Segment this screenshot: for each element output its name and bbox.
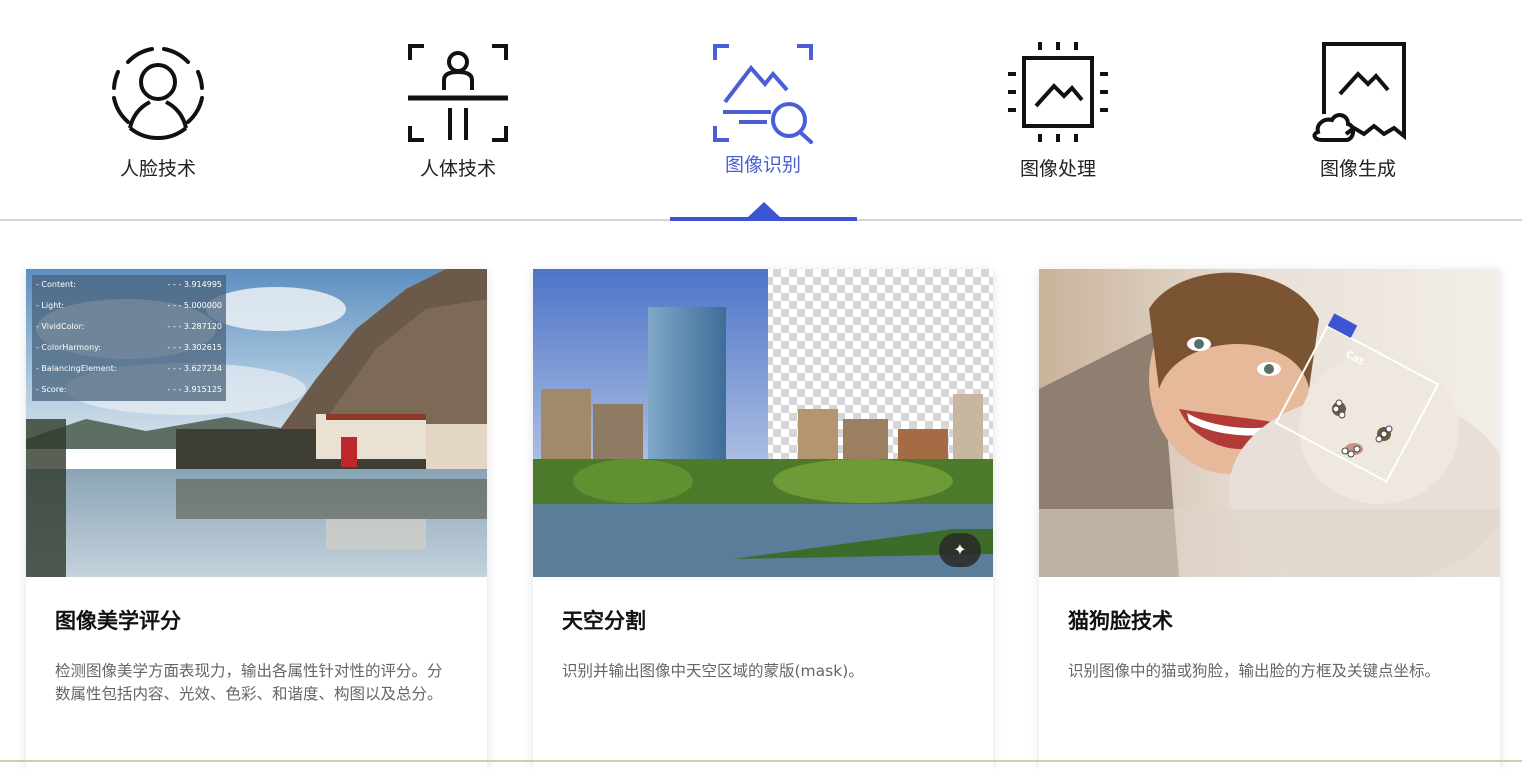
tab-label: 图像识别: [724, 154, 801, 176]
image-search-icon: [713, 44, 813, 144]
tab-image-generation[interactable]: 图像生成: [1248, 40, 1468, 190]
tab-face-tech[interactable]: 人脸技术: [48, 40, 268, 190]
tab-label: 图像处理: [1019, 158, 1096, 180]
card-description: 检测图像美学方面表现力，输出各属性针对性的评分。分数属性包括内容、光效、色彩、和…: [55, 662, 443, 703]
tab-image-recognition[interactable]: 图像识别: [653, 40, 873, 190]
card-description: 识别并输出图像中天空区域的蒙版(mask)。: [562, 662, 864, 680]
score-row: - Content: - - - 3.914995: [32, 275, 226, 296]
image-generate-icon: [1312, 42, 1406, 142]
tab-image-processing[interactable]: 图像处理: [948, 40, 1168, 190]
active-tab-arrow: [747, 202, 781, 218]
tab-label: 图像生成: [1319, 158, 1396, 180]
card-pet-face[interactable]: Cat 猫狗脸技术 识别图像中的猫或狗脸，输出脸的方框及关键点坐标。: [1039, 269, 1500, 769]
card-description: 识别图像中的猫或狗脸，输出脸的方框及关键点坐标。: [1068, 662, 1441, 680]
image-chip-icon: [1008, 42, 1108, 142]
pet-face-sample-image: Cat: [1039, 269, 1500, 577]
card-title: 天空分割: [562, 609, 646, 633]
tab-label: 人体技术: [419, 158, 496, 180]
tech-category-tabs: 人脸技术 人体技术 图像识别 图像处理 图像生成: [0, 0, 1522, 221]
body-scan-icon: [408, 44, 508, 142]
card-title: 图像美学评分: [55, 609, 181, 633]
aesthetic-sample-image: - Content: - - - 3.914995 - Light: - - - 5…: [26, 269, 487, 577]
score-row: - Light: - - - 5.000000: [32, 296, 226, 317]
magic-wand-icon[interactable]: ✦: [939, 533, 981, 567]
aesthetic-score-panel: - Content: - - - 3.914995 - Light: - - - 5…: [32, 275, 226, 401]
cat-face-detection-box: [1274, 313, 1440, 483]
active-tab-indicator: [670, 217, 857, 221]
city-skyline-photo: [533, 269, 993, 577]
card-aesthetic-score[interactable]: - Content: - - - 3.914995 - Light: - - - 5…: [26, 269, 487, 769]
score-row: - VividColor: - - - 3.287120: [32, 317, 226, 338]
tab-body-tech[interactable]: 人体技术: [348, 40, 568, 190]
score-row: - ColorHarmony: - - - 3.302615: [32, 338, 226, 359]
card-title: 猫狗脸技术: [1068, 609, 1173, 633]
sky-segmentation-sample-image: ✦: [533, 269, 993, 577]
tab-label: 人脸技术: [119, 158, 196, 180]
score-row: - BalancingElement: - - - 3.627234: [32, 359, 226, 380]
face-scan-icon: [112, 47, 204, 140]
card-sky-segmentation[interactable]: ✦ 天空分割 识别并输出图像中天空区域的蒙版(mask)。: [533, 269, 993, 769]
score-row: - Score: - - - 3.915125: [32, 380, 226, 401]
